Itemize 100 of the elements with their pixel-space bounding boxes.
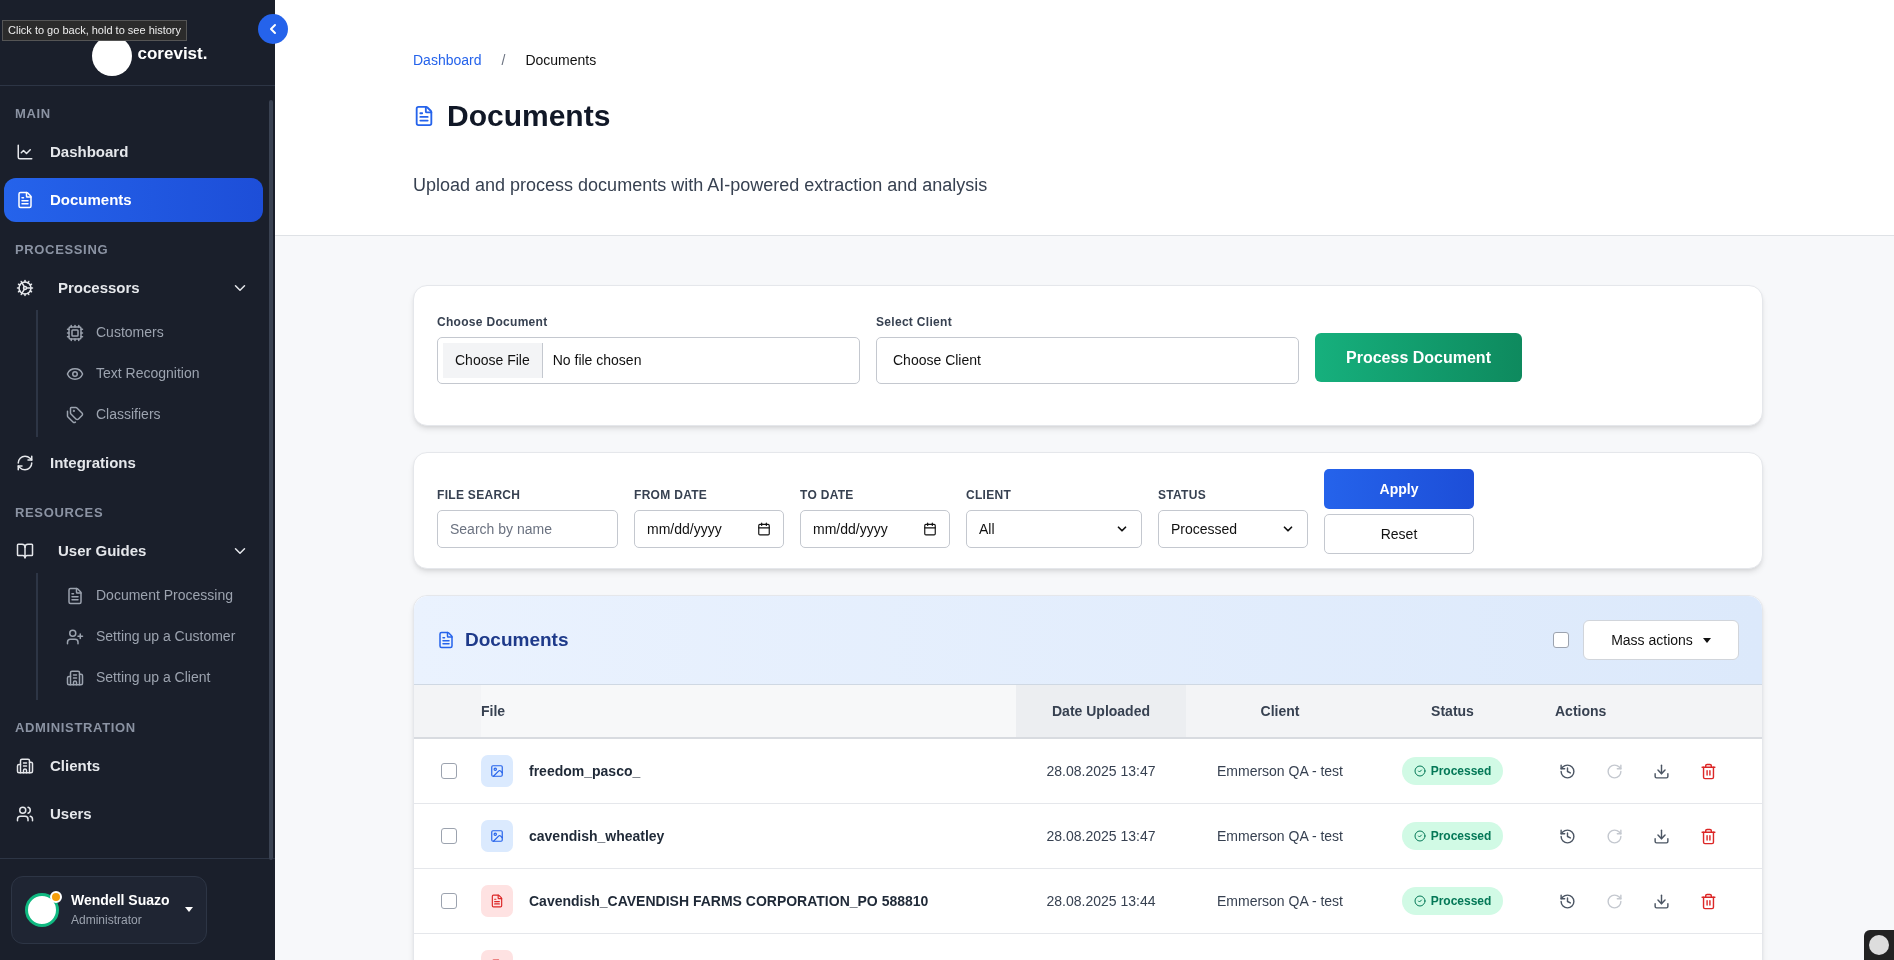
nav-icon bbox=[16, 805, 34, 823]
reset-button[interactable]: Reset bbox=[1324, 514, 1474, 554]
status-badge: Processed bbox=[1401, 887, 1504, 915]
breadcrumb-link[interactable]: Dashboard bbox=[413, 50, 482, 71]
caret-icon bbox=[185, 907, 193, 912]
field-label: STATUS bbox=[1158, 487, 1208, 504]
download-icon[interactable] bbox=[1653, 827, 1670, 845]
nav-item[interactable]: Dashboard bbox=[4, 130, 263, 174]
user-role: Administrator bbox=[71, 912, 143, 929]
client-cell-text: Emmerson QA - test bbox=[1216, 826, 1343, 846]
user-menu[interactable]: Wendell Suazo Administrator bbox=[11, 875, 207, 944]
field-label: TO DATE bbox=[800, 487, 855, 504]
select-field[interactable]: Processed bbox=[1158, 510, 1308, 548]
tooltip: Click to go back, hold to see history bbox=[2, 20, 188, 41]
nav-icon bbox=[16, 191, 34, 209]
check-icon bbox=[1413, 830, 1426, 842]
section-heading: RESOURCES bbox=[14, 504, 105, 523]
check-icon bbox=[1413, 765, 1426, 777]
checkbox[interactable] bbox=[440, 828, 457, 844]
field-label: FILE SEARCH bbox=[437, 487, 522, 504]
nav-subitem[interactable]: Document Processing bbox=[66, 575, 263, 616]
caret-icon bbox=[1702, 637, 1711, 643]
process-document-button[interactable]: Process Document bbox=[1315, 333, 1522, 382]
mass-actions-button[interactable]: Mass actions bbox=[1583, 620, 1739, 660]
toolbar-logo-icon bbox=[1864, 930, 1894, 960]
nav-subitem[interactable]: Setting up a Client bbox=[66, 657, 263, 698]
nav-item[interactable]: Clients bbox=[4, 744, 263, 788]
field-label: CLIENT bbox=[966, 487, 1013, 504]
user-name: Wendell Suazo bbox=[71, 891, 171, 910]
checkbox[interactable] bbox=[1553, 632, 1569, 648]
search-field[interactable]: Search by name bbox=[437, 510, 618, 548]
breadcrumb-separator: / bbox=[501, 51, 506, 70]
nav-icon bbox=[66, 323, 84, 342]
column-header: Actions bbox=[1554, 701, 1608, 721]
delete-icon[interactable] bbox=[1700, 827, 1717, 845]
date-cell-text: 28.08.2025 13:47 bbox=[1046, 761, 1156, 781]
card-title: Documents bbox=[465, 627, 570, 652]
file-name[interactable]: Cavendish_CAVENDISH FARMS CORPORATION_PO 588810 bbox=[529, 890, 929, 912]
nav-item[interactable]: Integrations bbox=[4, 441, 263, 485]
nav-item[interactable]: Processors bbox=[4, 266, 263, 310]
nav-icon bbox=[16, 279, 34, 297]
nav-subitem[interactable]: Classifiers bbox=[66, 394, 263, 435]
file-type-icon bbox=[481, 755, 513, 787]
breadcrumb-current: Documents bbox=[525, 51, 597, 70]
nav-icon bbox=[66, 627, 84, 646]
page-title: Documents bbox=[447, 98, 611, 134]
nav-icon bbox=[16, 143, 34, 161]
column-header: File bbox=[481, 685, 1016, 737]
checkbox[interactable] bbox=[440, 763, 457, 779]
nav-subitem[interactable]: Setting up a Customer bbox=[66, 616, 263, 657]
page-subtitle: Upload and process documents with AI-powered extraction and analysis bbox=[413, 174, 989, 197]
nav-item[interactable]: Users bbox=[4, 792, 263, 836]
file-type-icon bbox=[481, 885, 513, 917]
file-type-icon bbox=[481, 820, 513, 852]
nav-icon bbox=[16, 542, 34, 560]
nav-icon bbox=[16, 454, 34, 472]
history-icon[interactable] bbox=[1559, 827, 1576, 845]
document-icon bbox=[437, 631, 455, 649]
client-cell-text: Emmerson QA - test bbox=[1216, 761, 1343, 781]
nav-subitem[interactable]: Customers bbox=[66, 312, 263, 353]
calendar-icon bbox=[923, 522, 937, 536]
history-icon[interactable] bbox=[1559, 892, 1576, 910]
delete-icon[interactable] bbox=[1700, 762, 1717, 780]
client-cell-text: Emmerson QA - test bbox=[1216, 891, 1343, 911]
nav-icon bbox=[16, 757, 34, 775]
column-header: Date Uploaded bbox=[1016, 685, 1186, 737]
nav-icon bbox=[66, 668, 84, 687]
date-field[interactable]: mm/dd/yyyy bbox=[634, 510, 784, 548]
file-name[interactable]: freedom_pasco_ bbox=[529, 760, 641, 782]
nav-icon bbox=[66, 586, 84, 605]
client-select[interactable]: Choose Client bbox=[876, 337, 1299, 384]
nav-subitem[interactable]: Text Recognition bbox=[66, 353, 263, 394]
status-badge: Processed bbox=[1401, 822, 1504, 850]
document-icon bbox=[413, 103, 435, 128]
section-heading: PROCESSING bbox=[14, 241, 110, 260]
section-heading: MAIN bbox=[14, 105, 52, 124]
collapse-button[interactable] bbox=[258, 14, 288, 44]
date-cell-text: 28.08.2025 13:44 bbox=[1046, 891, 1156, 911]
checkbox[interactable] bbox=[440, 893, 457, 909]
delete-icon[interactable] bbox=[1700, 892, 1717, 910]
file-input[interactable]: Choose File No file chosen bbox=[437, 337, 860, 384]
apply-button[interactable]: Apply bbox=[1324, 469, 1474, 509]
avatar bbox=[25, 892, 59, 927]
nav-icon bbox=[66, 405, 84, 424]
logo: corevist. bbox=[137, 42, 208, 65]
calendar-icon bbox=[757, 522, 771, 536]
download-icon[interactable] bbox=[1653, 892, 1670, 910]
nav-item[interactable]: Documents bbox=[4, 178, 263, 222]
file-name[interactable]: cavendish_wheatley bbox=[529, 825, 665, 847]
section-heading: ADMINISTRATION bbox=[14, 719, 137, 738]
nav-item[interactable]: User Guides bbox=[4, 529, 263, 573]
column-header: Status bbox=[1430, 701, 1475, 721]
status-badge: Processed bbox=[1401, 757, 1504, 785]
check-icon bbox=[1413, 895, 1426, 907]
download-icon[interactable] bbox=[1653, 762, 1670, 780]
status-badge-icon bbox=[50, 890, 62, 903]
history-icon[interactable] bbox=[1559, 762, 1576, 780]
column-header: Client bbox=[1259, 701, 1301, 721]
select-field[interactable]: All bbox=[966, 510, 1142, 548]
date-field[interactable]: mm/dd/yyyy bbox=[800, 510, 950, 548]
